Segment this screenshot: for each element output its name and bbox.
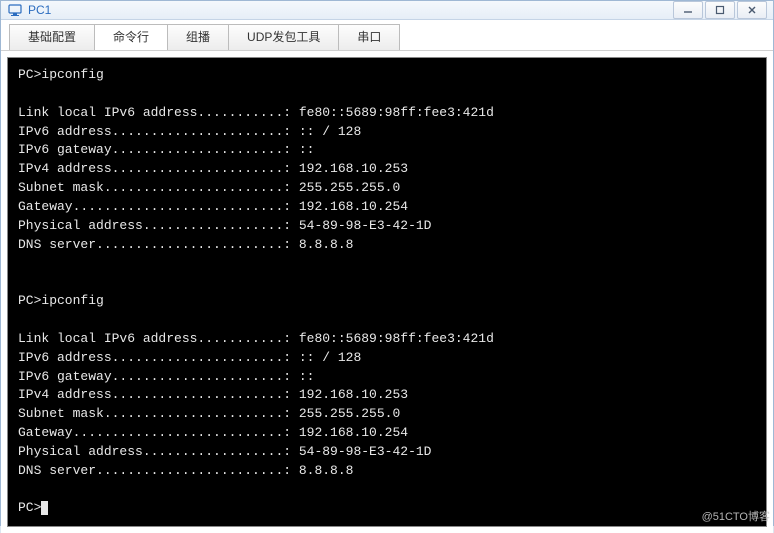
terminal-line: DNS server........................: 8.8.… xyxy=(18,237,353,252)
terminal-container: PC>ipconfig Link local IPv6 address.....… xyxy=(1,51,773,533)
terminal-line: PC>ipconfig xyxy=(18,67,104,82)
terminal-line: Physical address..................: 54-8… xyxy=(18,218,431,233)
terminal-line: IPv6 address......................: :: /… xyxy=(18,124,361,139)
terminal-line: Subnet mask.......................: 255.… xyxy=(18,180,400,195)
terminal-prompt: PC> xyxy=(18,500,41,515)
window-controls xyxy=(673,1,767,19)
terminal-line: IPv4 address......................: 192.… xyxy=(18,161,408,176)
close-button[interactable] xyxy=(737,1,767,19)
terminal-line: DNS server........................: 8.8.… xyxy=(18,463,353,478)
terminal-line: IPv6 gateway......................: :: xyxy=(18,369,314,384)
tab-command-line[interactable]: 命令行 xyxy=(94,24,168,50)
terminal-line: IPv6 gateway......................: :: xyxy=(18,142,314,157)
terminal-line: Link local IPv6 address...........: fe80… xyxy=(18,105,494,120)
terminal-line: Subnet mask.......................: 255.… xyxy=(18,406,400,421)
tab-udp-tool[interactable]: UDP发包工具 xyxy=(228,24,339,50)
tab-serial[interactable]: 串口 xyxy=(338,24,400,50)
terminal-line: Link local IPv6 address...........: fe80… xyxy=(18,331,494,346)
terminal-line: Gateway...........................: 192.… xyxy=(18,425,408,440)
tab-basic-config[interactable]: 基础配置 xyxy=(9,24,95,50)
terminal-line: Physical address..................: 54-8… xyxy=(18,444,431,459)
window-title: PC1 xyxy=(28,3,673,17)
terminal[interactable]: PC>ipconfig Link local IPv6 address.....… xyxy=(7,57,767,527)
maximize-button[interactable] xyxy=(705,1,735,19)
app-window: PC1 基础配置 命令行 组播 UDP发包工具 串口 PC>ipconfig L… xyxy=(0,0,774,526)
minimize-button[interactable] xyxy=(673,1,703,19)
terminal-line: IPv6 address......................: :: /… xyxy=(18,350,361,365)
terminal-line: Gateway...........................: 192.… xyxy=(18,199,408,214)
app-icon xyxy=(7,2,23,18)
tab-multicast[interactable]: 组播 xyxy=(167,24,229,50)
titlebar: PC1 xyxy=(1,1,773,20)
terminal-cursor xyxy=(41,501,48,515)
terminal-line: PC>ipconfig xyxy=(18,293,104,308)
terminal-line: IPv4 address......................: 192.… xyxy=(18,387,408,402)
tabbar: 基础配置 命令行 组播 UDP发包工具 串口 xyxy=(1,20,773,51)
